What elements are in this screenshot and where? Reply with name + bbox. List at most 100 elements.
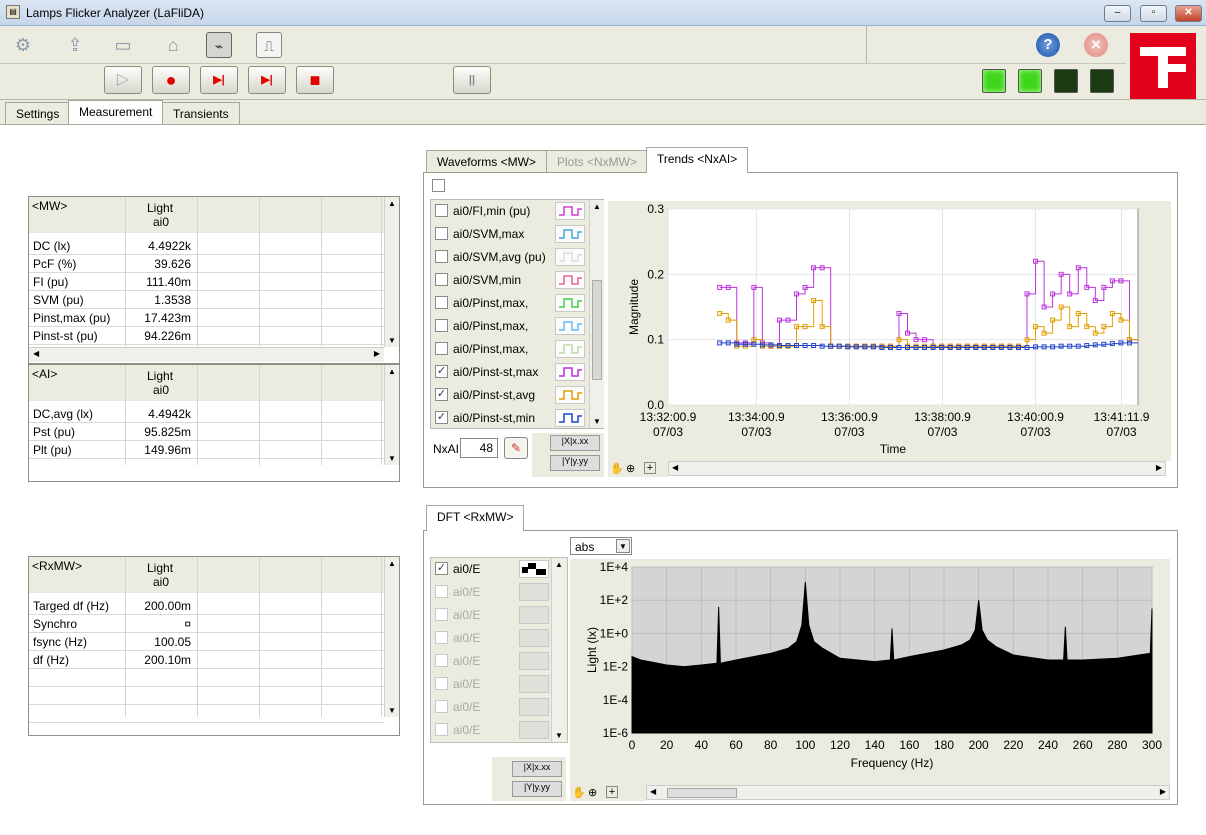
legend-swatch[interactable] xyxy=(519,560,549,578)
legend-checkbox[interactable] xyxy=(435,585,448,598)
legend-item[interactable]: ✓ ai0/Pinst-st,min xyxy=(431,407,603,430)
legend-swatch[interactable] xyxy=(555,248,585,266)
legend-item[interactable]: ai0/E xyxy=(431,604,551,627)
legend-checkbox[interactable] xyxy=(435,227,448,240)
legend-checkbox[interactable] xyxy=(435,608,448,621)
legend-item[interactable]: ai0/E xyxy=(431,673,551,696)
legend-item[interactable]: ai0/Pinst,max, xyxy=(431,292,603,315)
legend-checkbox[interactable] xyxy=(435,723,448,736)
minimize-button[interactable]: ‒ xyxy=(1104,5,1131,22)
legend-item[interactable]: ai0/E xyxy=(431,581,551,604)
zoom-icon[interactable]: ⊕ xyxy=(588,786,597,799)
legend-item[interactable]: ai0/E xyxy=(431,627,551,650)
legend-swatch[interactable] xyxy=(555,271,585,289)
legend-checkbox[interactable] xyxy=(435,204,448,217)
legend-checkbox[interactable]: ✓ xyxy=(435,388,448,401)
legend-item[interactable]: ✓ ai0/Pinst-st,max xyxy=(431,361,603,384)
cursor-icon[interactable]: + xyxy=(606,786,618,798)
folder-icon[interactable]: ▭ xyxy=(110,32,136,58)
legend-item[interactable]: ai0/E xyxy=(431,650,551,673)
x-scale-control[interactable]: |X|x.xx xyxy=(550,435,600,451)
legend-swatch[interactable] xyxy=(519,721,549,739)
legend-checkbox[interactable] xyxy=(435,296,448,309)
step-button[interactable]: ▶| xyxy=(200,66,238,94)
legend-item[interactable]: ai0/Pinst,max, xyxy=(431,315,603,338)
record-button[interactable]: ● xyxy=(152,66,190,94)
tab-dft[interactable]: DFT <RxMW> xyxy=(426,505,525,531)
legend-checkbox[interactable] xyxy=(435,700,448,713)
legend-item[interactable]: ai0/E xyxy=(431,696,551,719)
legend-item[interactable]: ai0/SVM,avg (pu) xyxy=(431,246,603,269)
tab-trends[interactable]: Trends <NxAI> xyxy=(646,147,749,173)
legend-checkbox[interactable] xyxy=(435,319,448,332)
legend-scrollbar[interactable]: ▲ ▼ xyxy=(589,200,604,428)
legend-swatch[interactable] xyxy=(519,629,549,647)
legend-swatch[interactable] xyxy=(555,409,585,427)
nxai-input[interactable] xyxy=(460,438,498,458)
legend-checkbox[interactable]: ✓ xyxy=(435,365,448,378)
legend-swatch[interactable] xyxy=(555,386,585,404)
vertical-scrollbar[interactable]: ▲ ▼ xyxy=(384,197,399,347)
y-scale-control[interactable]: |Y|y.yy xyxy=(550,455,600,471)
legend-item[interactable]: ai0/Pinst,max, xyxy=(431,338,603,361)
legend-item[interactable]: ✓ ai0/E xyxy=(431,558,551,581)
tab-waveforms[interactable]: Waveforms <MW> xyxy=(426,150,547,172)
select-all-checkbox[interactable] xyxy=(432,179,445,192)
pan-icon[interactable]: ✋ xyxy=(572,786,586,799)
gear-icon[interactable]: ⚙ xyxy=(10,32,36,58)
step-one-button[interactable]: ▶| xyxy=(248,66,286,94)
clear-button[interactable]: ✎ xyxy=(504,437,528,459)
legend-checkbox[interactable] xyxy=(435,273,448,286)
legend-swatch[interactable] xyxy=(555,340,585,358)
dft-mode-select[interactable]: abs ▼ xyxy=(570,537,632,555)
legend-checkbox[interactable]: ✓ xyxy=(435,562,448,575)
y-scale-control[interactable]: |Y|y.yy xyxy=(512,781,562,797)
maximize-button[interactable]: ▫ xyxy=(1140,5,1167,22)
help-icon[interactable]: ? xyxy=(1036,33,1060,57)
x-scale-control[interactable]: |X|x.xx xyxy=(512,761,562,777)
dft-legend-scrollbar[interactable]: ▲ ▼ xyxy=(551,558,566,742)
legend-swatch[interactable] xyxy=(555,202,585,220)
legend-swatch[interactable] xyxy=(519,652,549,670)
legend-swatch[interactable] xyxy=(555,294,585,312)
close-button[interactable]: ✕ xyxy=(1175,5,1202,22)
legend-checkbox[interactable] xyxy=(435,250,448,263)
legend-swatch[interactable] xyxy=(519,675,549,693)
chart-icon[interactable]: ⎍ xyxy=(256,32,282,58)
legend-item[interactable]: ✓ ai0/Pinst-st,avg xyxy=(431,384,603,407)
pan-icon[interactable]: ✋ xyxy=(610,462,624,475)
trend-hscrollbar[interactable]: ◀ ▶ xyxy=(668,461,1166,476)
tab-measurement[interactable]: Measurement xyxy=(68,100,164,125)
home-icon[interactable]: ⌂ xyxy=(160,32,186,58)
legend-checkbox[interactable] xyxy=(435,654,448,667)
tab-settings[interactable]: Settings xyxy=(5,102,71,124)
export-icon[interactable]: ⇪ xyxy=(62,32,88,58)
legend-swatch[interactable] xyxy=(555,363,585,381)
play-button[interactable]: ▷ xyxy=(104,66,142,94)
legend-swatch[interactable] xyxy=(519,698,549,716)
legend-checkbox[interactable] xyxy=(435,677,448,690)
abort-icon[interactable]: ✕ xyxy=(1084,33,1108,57)
vertical-scrollbar[interactable]: ▲ ▼ xyxy=(384,557,399,717)
legend-checkbox[interactable] xyxy=(435,631,448,644)
zoom-icon[interactable]: ⊕ xyxy=(626,462,635,475)
legend-swatch[interactable] xyxy=(519,606,549,624)
monitor-icon[interactable]: ⌁ xyxy=(206,32,232,58)
legend-item[interactable]: ai0/SVM,min xyxy=(431,269,603,292)
legend-item[interactable]: ai0/E xyxy=(431,719,551,742)
cursor-icon[interactable]: + xyxy=(644,462,656,474)
legend-checkbox[interactable] xyxy=(435,342,448,355)
pause-button[interactable]: || xyxy=(453,66,491,94)
legend-checkbox[interactable]: ✓ xyxy=(435,411,448,424)
legend-swatch[interactable] xyxy=(555,317,585,335)
legend-item[interactable]: ai0/SVM,max xyxy=(431,223,603,246)
legend-swatch[interactable] xyxy=(519,583,549,601)
tab-plots[interactable]: Plots <NxMW> xyxy=(546,150,649,172)
tab-transients[interactable]: Transients xyxy=(162,102,240,124)
stop-button[interactable]: ■ xyxy=(296,66,334,94)
legend-item[interactable]: ai0/FI,min (pu) xyxy=(431,200,603,223)
chevron-down-icon[interactable]: ▼ xyxy=(616,539,630,553)
vertical-scrollbar[interactable]: ▲ ▼ xyxy=(384,365,399,465)
dft-hscrollbar[interactable]: ◀ ▶ xyxy=(646,785,1170,800)
legend-swatch[interactable] xyxy=(555,225,585,243)
